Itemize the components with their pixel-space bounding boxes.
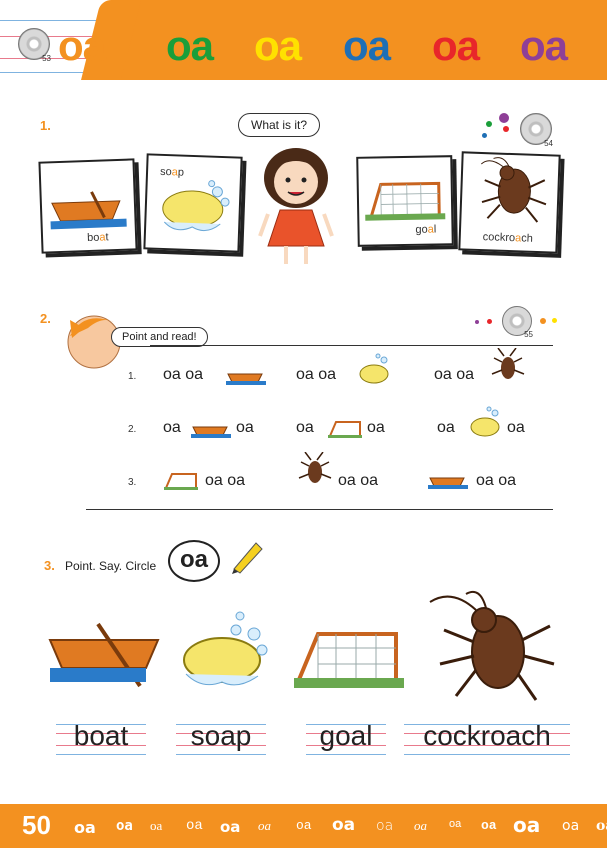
soap-icon	[359, 353, 389, 384]
footer-oa: oa	[449, 818, 462, 830]
page-title: oa	[58, 22, 106, 69]
goal-icon	[294, 632, 404, 688]
footer-oa: oa	[220, 818, 241, 836]
picture-card-cockroach: cockroach	[458, 151, 561, 254]
pencil-icon	[232, 542, 263, 574]
soap-icon	[162, 180, 230, 232]
card-label: soap	[159, 165, 185, 179]
word-goal[interactable]: goal	[306, 720, 386, 752]
card-label: cockroach	[482, 231, 534, 245]
footer-oa: oa	[258, 818, 271, 833]
word-box: soap	[176, 720, 266, 755]
word-box: boat	[56, 720, 146, 755]
goal-icon	[328, 421, 362, 438]
oa-circle: oa	[168, 540, 220, 582]
soap-icon	[470, 406, 500, 437]
speech-bubble-point-and-read: Point and read!	[111, 327, 208, 347]
dot	[486, 121, 492, 127]
oa-text: oa oa	[205, 472, 246, 489]
goal-icon	[164, 473, 198, 490]
cockroach-icon	[429, 590, 555, 701]
oa-text: oa	[163, 419, 181, 436]
picture-card-soap: soap	[143, 153, 243, 253]
section-2-number: 2.	[40, 311, 51, 326]
cd-track-number: 53	[42, 54, 51, 63]
oa-text: oa oa	[296, 366, 337, 383]
footer-oa: oa	[481, 818, 497, 833]
footer-oa: oa	[414, 818, 427, 833]
cd-audio-icon[interactable]: 53	[18, 28, 51, 63]
dot	[482, 133, 487, 138]
cd-track-number: 54	[544, 139, 553, 148]
word-box: cockroach	[404, 720, 570, 755]
speech-bubble-what-is-it: What is it?	[238, 113, 321, 137]
footer-oa: oa	[562, 818, 580, 834]
dot	[475, 320, 479, 324]
header-colored-word: oa	[254, 22, 302, 69]
cd-audio-icon[interactable]: 54	[520, 113, 553, 148]
footer-oa: oa	[150, 818, 163, 833]
section-2-top-rule	[150, 345, 553, 346]
oa-text: oa oa	[434, 366, 475, 383]
cd-audio-icon[interactable]: 55	[502, 306, 533, 339]
oa-text: oa oa	[476, 472, 517, 489]
cd-track-number: 55	[524, 330, 533, 339]
cockroach-icon	[491, 348, 525, 379]
row-number: 3.	[128, 477, 137, 488]
row-number: 2.	[128, 424, 137, 435]
footer-oa: oa	[186, 818, 203, 834]
dot	[487, 319, 492, 324]
instruction-text: Point. Say. Circle	[65, 559, 157, 573]
word-box: goal	[306, 720, 386, 755]
speech-text: What is it?	[251, 118, 308, 132]
footer-oa: oa	[513, 813, 541, 837]
footer-oa: oa	[332, 815, 356, 835]
section-3-number: 3.	[44, 558, 55, 573]
footer-oa: oa	[376, 818, 394, 834]
boat-icon	[191, 426, 231, 438]
footer-oa: oa	[296, 818, 312, 833]
boat-icon	[48, 622, 160, 688]
footer-oa: oa	[74, 818, 96, 837]
header-colored-word: oa	[432, 22, 480, 69]
header-colored-word: oa	[166, 22, 214, 69]
footer-oa: oa	[116, 818, 133, 834]
cockroach-icon	[480, 157, 547, 223]
page-number: 50	[22, 810, 51, 840]
header-colored-word: oa	[343, 22, 391, 69]
oa-text: oa	[296, 419, 314, 436]
boat-icon	[226, 373, 266, 385]
oa-text: oa	[507, 419, 525, 436]
card-label: boat	[86, 231, 109, 245]
cockroach-icon	[298, 452, 332, 483]
goal-icon	[365, 181, 446, 221]
girl-character	[258, 148, 334, 264]
card-label: goal	[415, 223, 437, 236]
dot	[552, 318, 557, 323]
dot	[499, 113, 509, 123]
word-cockroach[interactable]: cockroach	[404, 720, 570, 752]
boat-icon	[428, 477, 468, 489]
footer-oa: oa	[596, 818, 607, 834]
row-number: 1.	[128, 371, 137, 382]
word-soap[interactable]: soap	[176, 720, 266, 752]
oa-text: oa oa	[163, 366, 204, 383]
picture-card-goal: goal	[356, 155, 454, 247]
word-boat[interactable]: boat	[56, 720, 146, 752]
header-colored-word: oa	[520, 22, 568, 69]
section-2-bottom-rule	[86, 509, 553, 510]
footer-band: 50 oa oa oa oa oa oa oa oa oa oa oa oa o…	[0, 804, 607, 848]
section-1-number: 1.	[40, 118, 51, 133]
oa-text: oa oa	[338, 472, 379, 489]
oa-text: oa	[367, 419, 385, 436]
picture-card-boat: boat	[38, 158, 138, 254]
soap-icon	[183, 611, 268, 686]
dot	[503, 126, 509, 132]
dot	[540, 318, 546, 324]
oa-text: oa	[437, 419, 455, 436]
oa-text: oa	[236, 419, 254, 436]
speech-text: Point and read!	[122, 331, 197, 343]
